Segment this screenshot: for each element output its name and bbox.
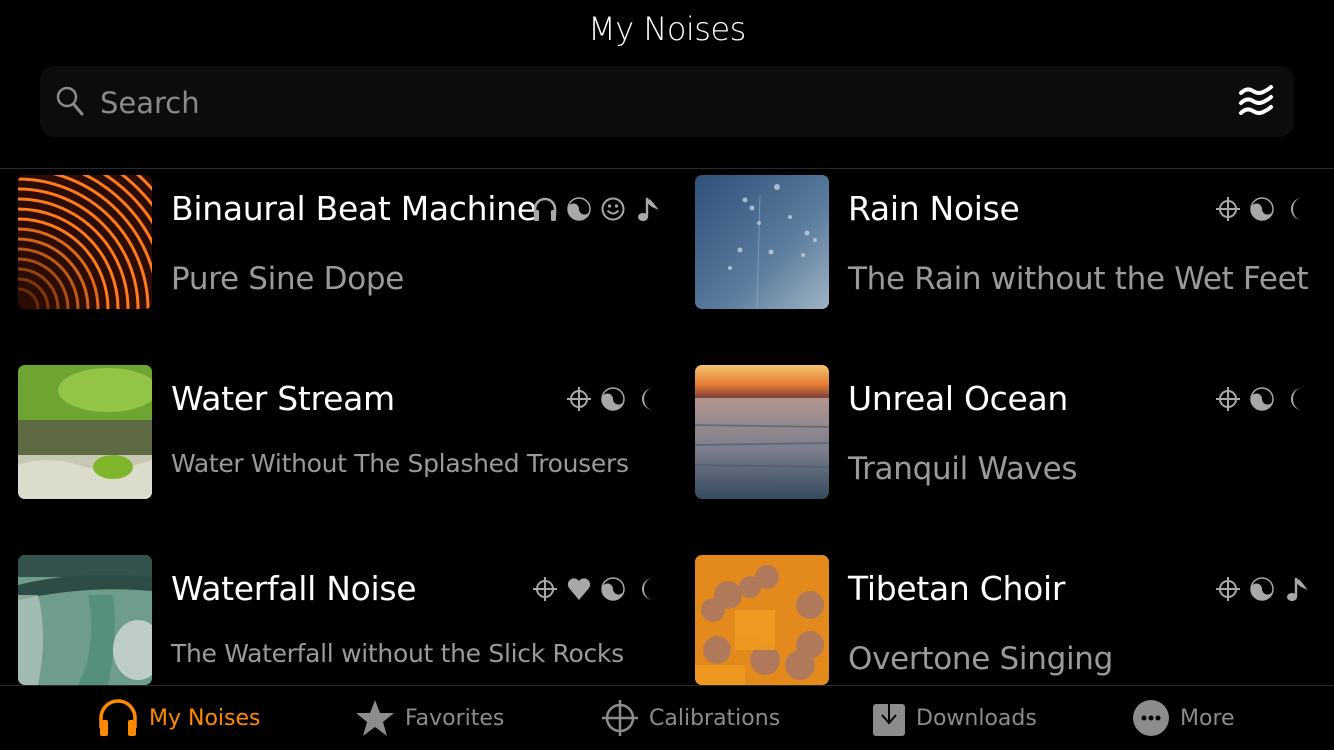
noise-name: Unreal Ocean — [848, 379, 1069, 418]
star-icon — [356, 700, 394, 736]
tab-label: My Noises — [149, 705, 261, 731]
noise-name: Tibetan Choir — [848, 569, 1066, 608]
crosshair-icon — [602, 700, 638, 736]
header-divider — [0, 168, 1334, 169]
tag-icons — [1215, 573, 1309, 605]
noise-tile-binaural-beat-machine[interactable]: Binaural Beat Machine Pure Sine Dope — [18, 175, 678, 315]
crosshair-icon — [566, 385, 592, 413]
moon-icon — [1283, 385, 1309, 413]
search-icon — [56, 86, 84, 116]
crosshair-icon — [532, 575, 558, 603]
crosshair-icon — [1215, 575, 1241, 603]
crosshair-icon — [1215, 195, 1241, 223]
music-note-icon — [1283, 575, 1309, 603]
thumbnail-ocean-sunset — [695, 365, 829, 499]
smiley-icon — [600, 195, 626, 223]
tab-label: Downloads — [916, 705, 1037, 731]
noise-tile-water-stream[interactable]: Water Stream Water Without The Splashed … — [18, 365, 678, 505]
tag-icons — [1215, 383, 1309, 415]
noise-tile-unreal-ocean[interactable]: Unreal Ocean Tranquil Waves — [695, 365, 1309, 505]
tag-icons — [566, 383, 660, 415]
crosshair-icon — [1215, 385, 1241, 413]
page-title: My Noises — [588, 10, 746, 48]
moon-icon — [1283, 195, 1309, 223]
yin-yang-icon — [1249, 195, 1275, 223]
download-icon — [873, 698, 905, 736]
yin-yang-icon — [566, 195, 592, 223]
more-icon — [1133, 700, 1169, 736]
heart-icon — [566, 575, 592, 603]
tab-downloads[interactable]: Downloads — [872, 686, 1037, 750]
tab-label: Calibrations — [649, 705, 781, 731]
headphones-icon — [532, 195, 558, 223]
tab-bar: My Noises Favorites Calibrations Downloa… — [0, 686, 1334, 750]
tag-icons — [1215, 193, 1309, 225]
tag-icons — [532, 193, 660, 225]
thumbnail-monks — [695, 555, 829, 685]
yin-yang-icon — [1249, 575, 1275, 603]
thumbnail-waterfall — [18, 555, 152, 685]
noise-tile-tibetan-choir[interactable]: Tibetan Choir Overtone Singing — [695, 555, 1309, 695]
noise-tile-waterfall-noise[interactable]: Waterfall Noise The Waterfall without th… — [18, 555, 678, 695]
yin-yang-icon — [600, 385, 626, 413]
tab-calibrations[interactable]: Calibrations — [601, 686, 780, 750]
noise-name: Waterfall Noise — [171, 569, 417, 608]
tab-more[interactable]: More — [1132, 686, 1235, 750]
noise-subtitle: Overtone Singing — [848, 641, 1114, 677]
tab-label: Favorites — [405, 705, 505, 731]
thumbnail-raindrops — [695, 175, 829, 309]
noise-subtitle: The Rain without the Wet Feet — [848, 261, 1309, 297]
music-note-icon — [634, 195, 660, 223]
yin-yang-icon — [1249, 385, 1275, 413]
waves-filter-icon[interactable] — [1238, 84, 1274, 118]
headphones-icon — [99, 699, 137, 736]
moon-icon — [634, 385, 660, 413]
tab-favorites[interactable]: Favorites — [355, 686, 504, 750]
noise-tile-rain-noise[interactable]: Rain Noise The Rain without the Wet Feet — [695, 175, 1309, 315]
noise-subtitle: Pure Sine Dope — [171, 261, 405, 297]
yin-yang-icon — [600, 575, 626, 603]
noise-subtitle: Tranquil Waves — [848, 451, 1078, 487]
noise-name: Water Stream — [171, 379, 395, 418]
search-input[interactable] — [98, 82, 1202, 124]
thumbnail-forest-stream — [18, 365, 152, 499]
noise-subtitle: Water Without The Splashed Trousers — [171, 449, 629, 478]
noise-name: Rain Noise — [848, 189, 1020, 228]
noise-subtitle: The Waterfall without the Slick Rocks — [171, 639, 624, 668]
noise-name: Binaural Beat Machine — [171, 189, 537, 228]
tab-my-noises[interactable]: My Noises — [97, 686, 260, 750]
tag-icons — [532, 573, 660, 605]
tab-label: More — [1180, 705, 1235, 731]
thumbnail-orange-arcs — [18, 175, 152, 309]
moon-icon — [634, 575, 660, 603]
